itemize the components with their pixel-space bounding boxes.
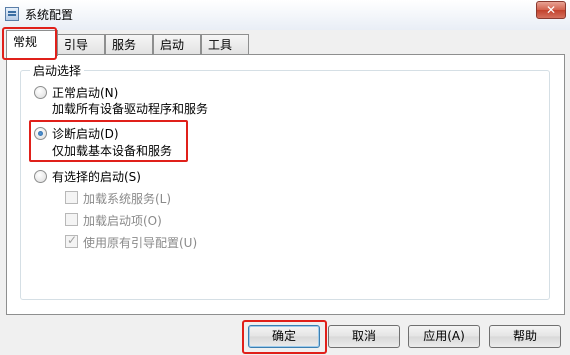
system-config-icon: [5, 7, 19, 21]
close-button[interactable]: ✕: [536, 1, 566, 19]
selective-startup-radio[interactable]: [34, 170, 47, 183]
ok-button-highlight: [242, 320, 327, 354]
title-bar: 系统配置 ✕: [0, 0, 570, 30]
use-original-boot-config-label: 使用原有引导配置(U): [83, 236, 198, 250]
apply-button[interactable]: 应用(A): [408, 325, 480, 348]
tab-startup[interactable]: 启动: [153, 34, 201, 54]
diagnostic-startup-highlight: [29, 120, 188, 162]
tab-tools[interactable]: 工具: [201, 34, 249, 54]
load-system-services-checkbox[interactable]: [65, 191, 78, 204]
selective-startup-label[interactable]: 有选择的启动(S): [52, 168, 141, 185]
startup-selection-legend: 启动选择: [30, 62, 85, 79]
normal-startup-radio[interactable]: [34, 86, 47, 99]
load-startup-items-label: 加载启动项(O): [83, 214, 162, 228]
normal-startup-label[interactable]: 正常启动(N): [52, 84, 118, 101]
use-original-boot-config-checkbox[interactable]: [65, 233, 78, 248]
help-button[interactable]: 帮助: [489, 325, 561, 348]
tab-general-highlight: [2, 27, 57, 60]
load-startup-items-checkbox[interactable]: [65, 213, 78, 226]
window-title: 系统配置: [25, 8, 74, 22]
tab-boot[interactable]: 引导: [57, 34, 105, 54]
cancel-button[interactable]: 取消: [328, 325, 400, 348]
normal-startup-description: 加载所有设备驱动程序和服务: [52, 102, 209, 116]
tab-services[interactable]: 服务: [105, 34, 153, 54]
load-system-services-label: 加载系统服务(L): [83, 192, 172, 206]
